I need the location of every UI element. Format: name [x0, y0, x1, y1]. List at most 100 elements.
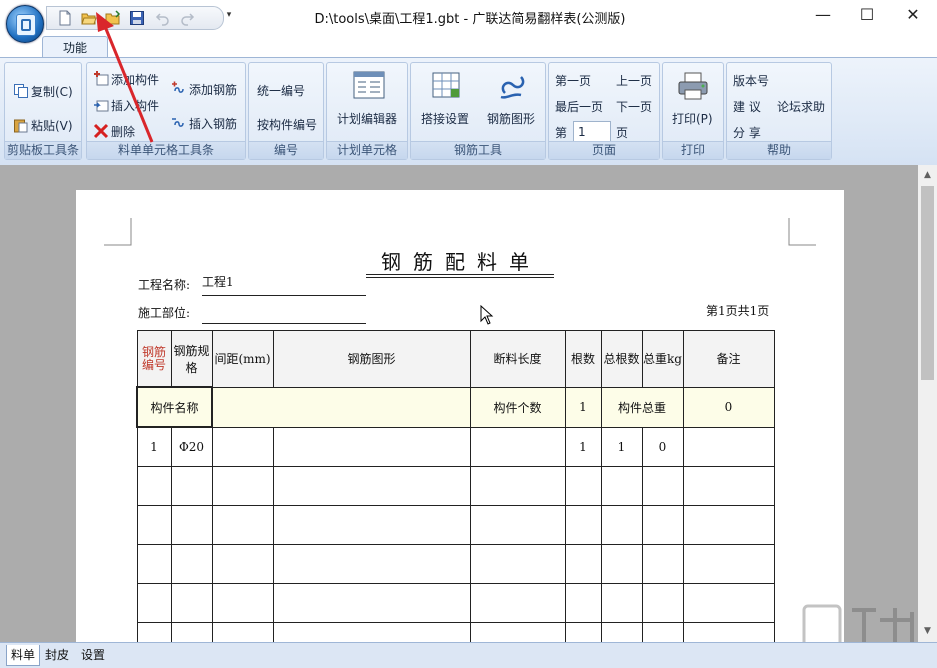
- table-cell[interactable]: [469, 505, 566, 545]
- header-cell[interactable]: 根数: [564, 330, 602, 388]
- close-button[interactable]: ✕: [890, 0, 936, 30]
- table-cell[interactable]: [564, 583, 602, 623]
- redo-icon[interactable]: [179, 10, 195, 26]
- header-cell[interactable]: 钢筋规格: [170, 330, 213, 388]
- header-row: 钢筋编号 钢筋规格 间距(mm) 钢筋图形 断料长度 根数 总根数 总重kg 备…: [136, 330, 775, 388]
- add-rebar-button[interactable]: 添加钢筋: [171, 81, 237, 98]
- component-name-cell[interactable]: 构件名称: [136, 386, 213, 428]
- maximize-button[interactable]: ☐: [844, 0, 890, 30]
- table-cell[interactable]: [564, 544, 602, 584]
- lap-settings-button[interactable]: 搭接设置: [421, 111, 469, 127]
- plan-editor-button[interactable]: 计划编辑器: [337, 111, 397, 127]
- table-cell[interactable]: [600, 466, 643, 506]
- app-logo-icon: [16, 14, 36, 36]
- site-underline: [202, 323, 366, 324]
- header-cell[interactable]: 钢筋编号: [136, 330, 172, 388]
- share-button[interactable]: 分 享: [733, 125, 761, 141]
- table-cell[interactable]: [564, 466, 602, 506]
- table-cell[interactable]: [600, 505, 643, 545]
- scroll-up-arrow-icon[interactable]: ▲: [918, 166, 937, 184]
- table-cell[interactable]: [682, 544, 775, 584]
- previous-page-button[interactable]: 上一页: [616, 73, 652, 89]
- header-cell[interactable]: 断料长度: [469, 330, 566, 388]
- table-cell[interactable]: [600, 544, 643, 584]
- insert-rebar-button[interactable]: 插入钢筋: [171, 115, 237, 132]
- table-cell[interactable]: [641, 583, 684, 623]
- suggest-button[interactable]: 建 议: [733, 99, 761, 115]
- table-row: 1 Φ20 1 1 0: [136, 426, 775, 467]
- version-button[interactable]: 版本号: [733, 73, 769, 89]
- component-count-cell[interactable]: 1: [564, 386, 602, 428]
- table-cell[interactable]: [211, 466, 274, 506]
- header-cell[interactable]: 备注: [682, 330, 775, 388]
- table-cell[interactable]: [272, 466, 471, 506]
- sheet-tab-settings[interactable]: 设置: [77, 645, 109, 665]
- last-page-button[interactable]: 最后一页: [555, 99, 603, 115]
- number-by-component-button[interactable]: 按构件编号: [257, 117, 317, 133]
- table-cell[interactable]: [136, 505, 172, 545]
- first-page-button[interactable]: 第一页: [555, 73, 591, 89]
- table-cell[interactable]: [211, 505, 274, 545]
- table-cell[interactable]: [272, 544, 471, 584]
- rebar-shape-button[interactable]: 钢筋图形: [487, 111, 535, 127]
- table-cell[interactable]: [469, 426, 566, 467]
- table-cell[interactable]: 1: [600, 426, 643, 467]
- table-cell[interactable]: [469, 466, 566, 506]
- header-cell[interactable]: 钢筋图形: [272, 330, 471, 388]
- table-cell[interactable]: [682, 426, 775, 467]
- project-name-field[interactable]: 工程1: [202, 273, 234, 290]
- table-cell[interactable]: [211, 426, 274, 467]
- unify-numbering-button[interactable]: 统一编号: [257, 83, 305, 99]
- header-cell[interactable]: 间距(mm): [211, 330, 274, 388]
- forum-help-button[interactable]: 论坛求助: [777, 99, 825, 115]
- sheet-tab-cover[interactable]: 封皮: [41, 645, 73, 665]
- table-cell[interactable]: [641, 544, 684, 584]
- page-number-input[interactable]: 1: [573, 121, 611, 143]
- table-cell[interactable]: [170, 466, 213, 506]
- table-cell[interactable]: [682, 466, 775, 506]
- new-file-icon[interactable]: [57, 10, 73, 26]
- table-cell[interactable]: [682, 583, 775, 623]
- component-count-label-cell[interactable]: 构件个数: [469, 386, 566, 428]
- minimize-button[interactable]: —: [800, 0, 846, 30]
- table-cell[interactable]: [211, 544, 274, 584]
- table-cell[interactable]: [469, 583, 566, 623]
- paste-button[interactable]: 粘贴(V): [13, 117, 73, 134]
- project-name-underline: [202, 295, 366, 296]
- table-cell[interactable]: [469, 544, 566, 584]
- table-cell[interactable]: [641, 505, 684, 545]
- table-cell[interactable]: [136, 544, 172, 584]
- table-cell[interactable]: Φ20: [170, 426, 213, 467]
- sheet-tab-material-list[interactable]: 料单: [6, 645, 41, 666]
- table-cell[interactable]: [682, 505, 775, 545]
- table-cell[interactable]: [272, 583, 471, 623]
- table-cell[interactable]: [641, 466, 684, 506]
- table-cell[interactable]: 1: [564, 426, 602, 467]
- table-cell[interactable]: 0: [641, 426, 684, 467]
- table-cell[interactable]: [272, 426, 471, 467]
- scrollbar-thumb[interactable]: [921, 186, 934, 380]
- table-cell[interactable]: [170, 505, 213, 545]
- table-cell[interactable]: [136, 466, 172, 506]
- copy-button[interactable]: 复制(C): [13, 83, 73, 100]
- application-menu-button[interactable]: [6, 5, 44, 43]
- component-weight-label-cell[interactable]: 构件总重: [600, 386, 684, 428]
- header-cell[interactable]: 总根数: [600, 330, 643, 388]
- table-row: [136, 583, 775, 623]
- paste-icon: [13, 117, 29, 133]
- next-page-button[interactable]: 下一页: [616, 99, 652, 115]
- group-clipboard: 复制(C) 粘贴(V) 剪贴板工具条: [4, 62, 82, 160]
- table-cell[interactable]: [272, 505, 471, 545]
- component-name-value-cell[interactable]: [211, 386, 471, 428]
- print-button[interactable]: 打印(P): [672, 111, 713, 127]
- table-cell[interactable]: [211, 583, 274, 623]
- table-cell[interactable]: [170, 544, 213, 584]
- table-cell[interactable]: [170, 583, 213, 623]
- table-cell[interactable]: [564, 505, 602, 545]
- add-rebar-icon: [171, 81, 187, 97]
- component-weight-cell[interactable]: 0: [682, 386, 775, 428]
- table-cell[interactable]: [600, 583, 643, 623]
- table-cell[interactable]: 1: [136, 426, 172, 467]
- header-cell[interactable]: 总重kg: [641, 330, 684, 388]
- table-cell[interactable]: [136, 583, 172, 623]
